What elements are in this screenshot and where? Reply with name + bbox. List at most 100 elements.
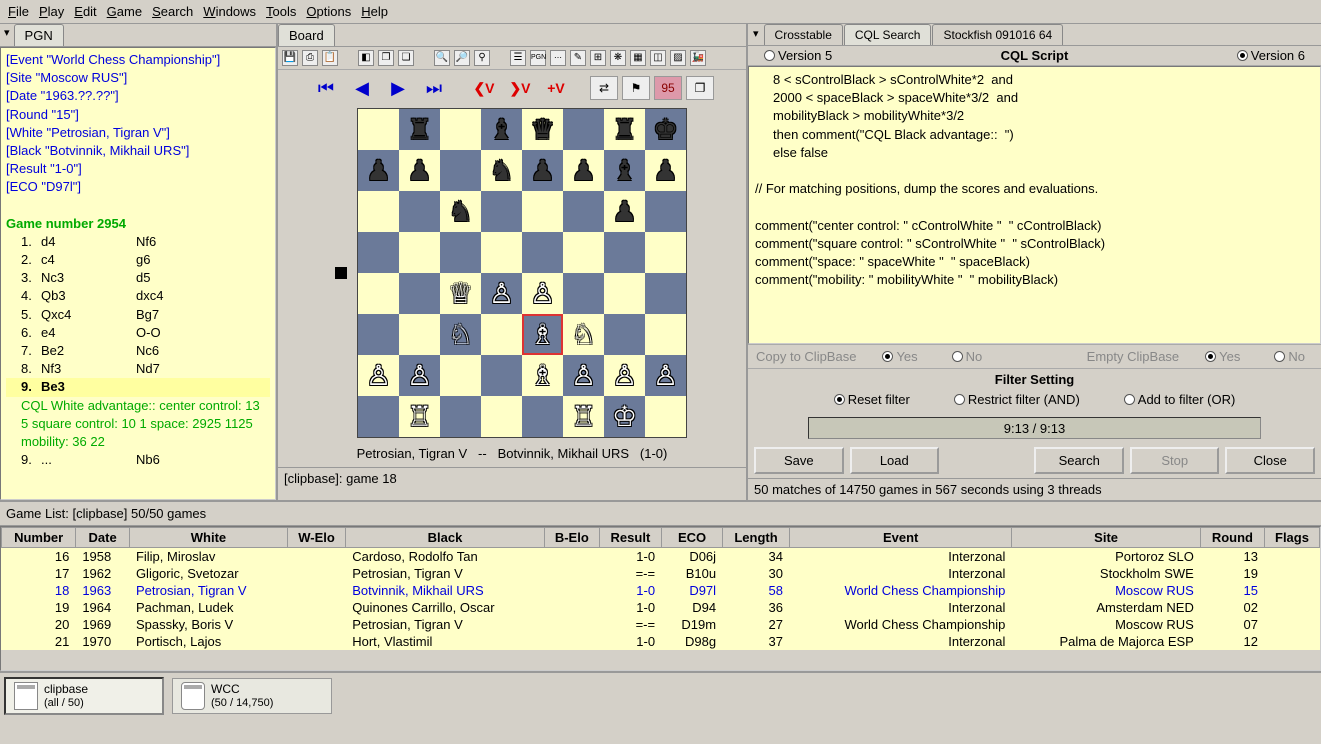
- square-f8[interactable]: [563, 109, 604, 150]
- square-d4[interactable]: ♙: [481, 273, 522, 314]
- square-f1[interactable]: ♖: [563, 396, 604, 437]
- db-tile-clipbase[interactable]: clipbase (all / 50): [4, 677, 164, 715]
- square-d6[interactable]: [481, 191, 522, 232]
- square-e4[interactable]: ♙: [522, 273, 563, 314]
- move-row[interactable]: 4.Qb3dxc4: [6, 287, 270, 305]
- move-row[interactable]: 9....Nb6: [6, 451, 270, 469]
- square-e6[interactable]: [522, 191, 563, 232]
- square-h8[interactable]: ♚: [645, 109, 686, 150]
- col-welo[interactable]: W-Elo: [287, 528, 345, 548]
- square-b7[interactable]: ♟: [399, 150, 440, 191]
- square-g4[interactable]: [604, 273, 645, 314]
- square-c8[interactable]: [440, 109, 481, 150]
- square-d3[interactable]: [481, 314, 522, 355]
- square-b3[interactable]: [399, 314, 440, 355]
- pgn-collapse-icon[interactable]: ▾: [0, 24, 14, 46]
- square-b4[interactable]: [399, 273, 440, 314]
- menu-options[interactable]: Options: [306, 4, 351, 19]
- square-d1[interactable]: [481, 396, 522, 437]
- square-g1[interactable]: ♔: [604, 396, 645, 437]
- eco-icon[interactable]: ⋯: [550, 50, 566, 66]
- square-h3[interactable]: [645, 314, 686, 355]
- grid-icon[interactable]: ▦: [630, 50, 646, 66]
- move-row[interactable]: 5.Qxc4Bg7: [6, 306, 270, 324]
- square-c1[interactable]: [440, 396, 481, 437]
- square-h2[interactable]: ♙: [645, 355, 686, 396]
- close-button[interactable]: Close: [1225, 447, 1315, 474]
- square-g8[interactable]: ♜: [604, 109, 645, 150]
- col-event[interactable]: Event: [789, 528, 1011, 548]
- nav-start-icon[interactable]: ⏮: [310, 74, 342, 102]
- square-g2[interactable]: ♙: [604, 355, 645, 396]
- menu-tools[interactable]: Tools: [266, 4, 296, 19]
- var-next-icon[interactable]: ❯V: [504, 74, 536, 102]
- radio-version5[interactable]: Version 5: [764, 48, 832, 63]
- clip-icon[interactable]: 📋: [322, 50, 338, 66]
- square-c3[interactable]: ♘: [440, 314, 481, 355]
- square-g7[interactable]: ♝: [604, 150, 645, 191]
- copy2-icon[interactable]: ❐: [686, 76, 714, 100]
- square-d8[interactable]: ♝: [481, 109, 522, 150]
- square-f2[interactable]: ♙: [563, 355, 604, 396]
- move-row[interactable]: 3.Nc3d5: [6, 269, 270, 287]
- tb-icon-a[interactable]: ◫: [650, 50, 666, 66]
- square-g5[interactable]: [604, 232, 645, 273]
- pgn-viewer[interactable]: [Event "World Chess Championship"][Site …: [0, 47, 276, 500]
- col-flags[interactable]: Flags: [1264, 528, 1319, 548]
- find-icon[interactable]: ⚲: [474, 50, 490, 66]
- engine-icon[interactable]: 🚂: [690, 50, 706, 66]
- menu-file[interactable]: File: [8, 4, 29, 19]
- col-date[interactable]: Date: [76, 528, 130, 548]
- swap-icon[interactable]: ⇄: [590, 76, 618, 100]
- square-b1[interactable]: ♖: [399, 396, 440, 437]
- menu-play[interactable]: Play: [39, 4, 64, 19]
- move-row[interactable]: 8.Nf3Nd7: [6, 360, 270, 378]
- square-e3[interactable]: ♗: [522, 314, 563, 355]
- square-a6[interactable]: [358, 191, 399, 232]
- col-site[interactable]: Site: [1012, 528, 1201, 548]
- square-d5[interactable]: [481, 232, 522, 273]
- square-c6[interactable]: ♞: [440, 191, 481, 232]
- col-result[interactable]: Result: [599, 528, 661, 548]
- col-length[interactable]: Length: [723, 528, 790, 548]
- square-d7[interactable]: ♞: [481, 150, 522, 191]
- col-belo[interactable]: B-Elo: [544, 528, 599, 548]
- square-f6[interactable]: [563, 191, 604, 232]
- save-icon[interactable]: 💾: [282, 50, 298, 66]
- menu-help[interactable]: Help: [361, 4, 388, 19]
- square-h1[interactable]: [645, 396, 686, 437]
- nav-end-icon[interactable]: ⏭: [418, 74, 450, 102]
- move-row[interactable]: 7.Be2Nc6: [6, 342, 270, 360]
- menu-search[interactable]: Search: [152, 4, 193, 19]
- square-d2[interactable]: [481, 355, 522, 396]
- paste-icon[interactable]: ❏: [398, 50, 414, 66]
- square-a2[interactable]: ♙: [358, 355, 399, 396]
- flag-icon[interactable]: ⚑: [622, 76, 650, 100]
- square-e8[interactable]: ♛: [522, 109, 563, 150]
- cross-icon[interactable]: ⊞: [590, 50, 606, 66]
- radio-restrict-filter[interactable]: Restrict filter (AND): [954, 392, 1080, 407]
- move-row[interactable]: 6.e4O-O: [6, 324, 270, 342]
- table-row[interactable]: 201969Spassky, Boris VPetrosian, Tigran …: [2, 616, 1320, 633]
- square-e7[interactable]: ♟: [522, 150, 563, 191]
- game-list-table[interactable]: NumberDateWhiteW-EloBlackB-EloResultECOL…: [1, 527, 1320, 650]
- square-e2[interactable]: ♗: [522, 355, 563, 396]
- load-button[interactable]: Load: [850, 447, 940, 474]
- var-add-icon[interactable]: +V: [540, 74, 572, 102]
- square-a3[interactable]: [358, 314, 399, 355]
- table-row[interactable]: 211970Portisch, LajosHort, Vlastimil1-0D…: [2, 633, 1320, 650]
- col-white[interactable]: White: [129, 528, 287, 548]
- menu-windows[interactable]: Windows: [203, 4, 256, 19]
- edit-icon[interactable]: ✎: [570, 50, 586, 66]
- square-a5[interactable]: [358, 232, 399, 273]
- print-icon[interactable]: ⎙: [302, 50, 318, 66]
- square-e5[interactable]: [522, 232, 563, 273]
- square-c5[interactable]: [440, 232, 481, 273]
- radio-add-filter[interactable]: Add to filter (OR): [1124, 392, 1236, 407]
- square-c7[interactable]: [440, 150, 481, 191]
- square-f4[interactable]: [563, 273, 604, 314]
- move-row[interactable]: 2.c4g6: [6, 251, 270, 269]
- radio-reset-filter[interactable]: Reset filter: [834, 392, 910, 407]
- menu-edit[interactable]: Edit: [74, 4, 96, 19]
- square-f7[interactable]: ♟: [563, 150, 604, 191]
